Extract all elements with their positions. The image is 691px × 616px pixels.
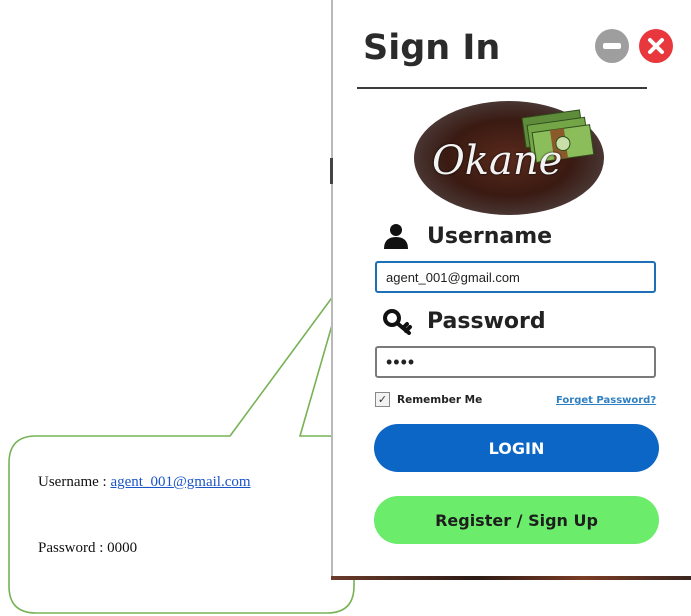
okane-logo: Okane — [414, 100, 604, 215]
title-divider — [357, 87, 647, 89]
register-button[interactable]: Register / Sign Up — [374, 496, 659, 544]
close-icon — [648, 38, 664, 54]
callout-username-prefix: Username : — [38, 474, 111, 490]
forgot-password-link[interactable]: Forget Password? — [556, 395, 656, 406]
key-icon — [383, 309, 412, 335]
callout-username-link[interactable]: agent_001@gmail.com — [110, 474, 250, 490]
password-input[interactable] — [375, 346, 656, 378]
minimize-button[interactable] — [595, 29, 629, 63]
callout-password: Password : 0000 — [38, 540, 138, 556]
close-button[interactable] — [639, 29, 673, 63]
sign-in-window: Sign In Okane Username agent_001@gmail.c… — [330, 0, 691, 580]
callout-username: Username : agent_001@gmail.com — [38, 474, 251, 491]
window-bottom-edge — [331, 576, 691, 580]
remember-me: ✓ Remember Me — [375, 392, 482, 407]
login-button[interactable]: LOGIN — [374, 424, 659, 472]
password-label: Password — [427, 309, 546, 334]
window-edge-mark — [330, 158, 333, 184]
username-label: Username — [427, 224, 553, 249]
remember-me-label: Remember Me — [397, 393, 483, 406]
username-input[interactable] — [375, 261, 656, 293]
logo-text: Okane — [432, 138, 563, 184]
page-title: Sign In — [363, 28, 501, 68]
check-icon: ✓ — [377, 394, 388, 406]
user-icon — [384, 224, 408, 249]
remember-me-checkbox[interactable]: ✓ — [375, 392, 390, 407]
